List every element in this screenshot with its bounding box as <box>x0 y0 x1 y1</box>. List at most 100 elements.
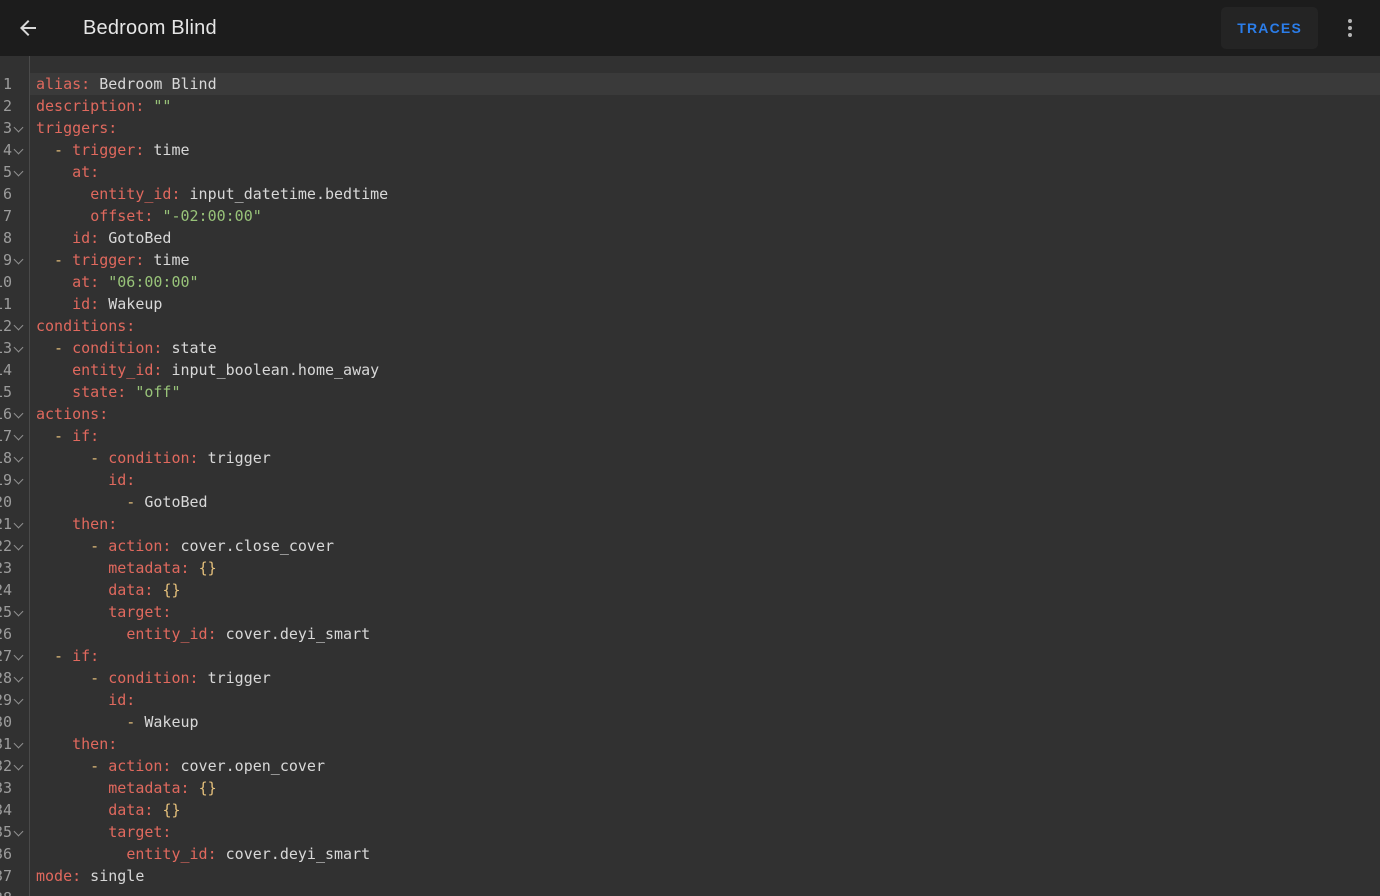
fold-chevron-icon[interactable] <box>14 673 24 683</box>
code-token: "-02:00:00" <box>162 207 261 225</box>
code-line[interactable]: 6 entity_id: input_datetime.bedtime <box>0 183 1380 205</box>
code-token: id: <box>108 471 135 489</box>
line-gutter: 18 <box>0 447 30 469</box>
overflow-menu-button[interactable] <box>1326 4 1374 52</box>
fold-chevron-icon[interactable] <box>14 607 24 617</box>
code-line[interactable]: 10 at: "06:00:00" <box>0 271 1380 293</box>
line-gutter: 27 <box>0 645 30 667</box>
code-line[interactable]: 8 id: GotoBed <box>0 227 1380 249</box>
fold-chevron-icon[interactable] <box>14 343 24 353</box>
line-number: 2 <box>0 95 12 117</box>
code-line[interactable]: 36 entity_id: cover.deyi_smart <box>0 843 1380 865</box>
code-token <box>36 207 90 225</box>
line-text: - Wakeup <box>30 711 1380 733</box>
code-line[interactable]: 22 - action: cover.close_cover <box>0 535 1380 557</box>
line-gutter: 14 <box>0 359 30 381</box>
fold-chevron-icon[interactable] <box>14 827 24 837</box>
code-line[interactable]: 30 - Wakeup <box>0 711 1380 733</box>
code-line[interactable]: 5 at: <box>0 161 1380 183</box>
code-line[interactable]: 28 - condition: trigger <box>0 667 1380 689</box>
code-token: mode: <box>36 867 81 885</box>
code-line[interactable]: 16actions: <box>0 403 1380 425</box>
code-line[interactable]: 32 - action: cover.open_cover <box>0 755 1380 777</box>
code-line[interactable]: 11 id: Wakeup <box>0 293 1380 315</box>
line-number: 18 <box>0 447 12 469</box>
fold-chevron-icon[interactable] <box>14 431 24 441</box>
code-line[interactable]: 12conditions: <box>0 315 1380 337</box>
fold-chevron-icon[interactable] <box>14 739 24 749</box>
code-line[interactable]: 27 - if: <box>0 645 1380 667</box>
line-gutter: 9 <box>0 249 30 271</box>
line-gutter: 5 <box>0 161 30 183</box>
code-line[interactable]: 2description: "" <box>0 95 1380 117</box>
app-header: Bedroom Blind TRACES <box>0 0 1380 56</box>
code-line[interactable]: 24 data: {} <box>0 579 1380 601</box>
code-token: if: <box>72 427 99 445</box>
code-line[interactable]: 34 data: {} <box>0 799 1380 821</box>
line-gutter: 19 <box>0 469 30 491</box>
code-line[interactable]: 38 <box>0 887 1380 896</box>
fold-chevron-icon[interactable] <box>14 475 24 485</box>
code-line[interactable]: 29 id: <box>0 689 1380 711</box>
code-line[interactable]: 37mode: single <box>0 865 1380 887</box>
yaml-editor[interactable]: 1 alias: Bedroom Blind2description: ""3tr… <box>0 56 1380 896</box>
code-line[interactable]: 21 then: <box>0 513 1380 535</box>
code-line[interactable]: 1 alias: Bedroom Blind <box>0 73 1380 95</box>
fold-chevron-icon[interactable] <box>14 541 24 551</box>
code-line[interactable]: 7 offset: "-02:00:00" <box>0 205 1380 227</box>
code-line[interactable]: 19 id: <box>0 469 1380 491</box>
fold-chevron-icon[interactable] <box>14 123 24 133</box>
line-number: 7 <box>0 205 12 227</box>
line-text: entity_id: input_boolean.home_away <box>30 359 1380 381</box>
code-line[interactable]: 3triggers: <box>0 117 1380 139</box>
code-token: - <box>36 251 72 269</box>
code-token <box>36 691 108 709</box>
code-token: input_boolean.home_away <box>162 361 379 379</box>
code-line[interactable]: 14 entity_id: input_boolean.home_away <box>0 359 1380 381</box>
code-line[interactable]: 15 state: "off" <box>0 381 1380 403</box>
code-line[interactable]: 17 - if: <box>0 425 1380 447</box>
code-line[interactable]: 26 entity_id: cover.deyi_smart <box>0 623 1380 645</box>
fold-chevron-icon[interactable] <box>14 453 24 463</box>
code-token: id: <box>108 691 135 709</box>
fold-chevron-icon[interactable] <box>14 519 24 529</box>
three-dot-menu-icon <box>1348 19 1352 37</box>
code-token: - <box>36 647 72 665</box>
fold-chevron-icon[interactable] <box>14 145 24 155</box>
code-line[interactable]: 35 target: <box>0 821 1380 843</box>
line-text <box>30 887 1380 896</box>
arrow-left-icon <box>16 16 40 40</box>
code-line[interactable]: 18 - condition: trigger <box>0 447 1380 469</box>
code-line[interactable]: 20 - GotoBed <box>0 491 1380 513</box>
code-token <box>126 383 135 401</box>
code-token <box>36 779 108 797</box>
line-number: 30 <box>0 711 12 733</box>
fold-chevron-icon[interactable] <box>14 651 24 661</box>
line-text: alias: Bedroom Blind <box>30 73 1380 95</box>
fold-chevron-icon[interactable] <box>14 321 24 331</box>
fold-chevron-icon[interactable] <box>14 409 24 419</box>
code-token: entity_id: <box>126 625 216 643</box>
code-line[interactable]: 25 target: <box>0 601 1380 623</box>
code-token: "off" <box>135 383 180 401</box>
page-title: Bedroom Blind <box>83 17 217 40</box>
code-token: action: <box>108 537 171 555</box>
back-button[interactable] <box>4 4 52 52</box>
code-line[interactable]: 9 - trigger: time <box>0 249 1380 271</box>
code-token: data: <box>108 581 153 599</box>
code-line[interactable]: 31 then: <box>0 733 1380 755</box>
code-token: at: <box>72 273 99 291</box>
line-gutter: 33 <box>0 777 30 799</box>
fold-chevron-icon[interactable] <box>14 167 24 177</box>
code-token <box>36 625 126 643</box>
code-token <box>190 559 199 577</box>
code-line[interactable]: 13 - condition: state <box>0 337 1380 359</box>
code-line[interactable]: 33 metadata: {} <box>0 777 1380 799</box>
traces-button[interactable]: TRACES <box>1221 7 1318 49</box>
fold-chevron-icon[interactable] <box>14 695 24 705</box>
fold-chevron-icon[interactable] <box>14 761 24 771</box>
fold-chevron-icon[interactable] <box>14 255 24 265</box>
code-line[interactable]: 4 - trigger: time <box>0 139 1380 161</box>
code-line[interactable]: 23 metadata: {} <box>0 557 1380 579</box>
line-number: 1 <box>0 73 12 95</box>
